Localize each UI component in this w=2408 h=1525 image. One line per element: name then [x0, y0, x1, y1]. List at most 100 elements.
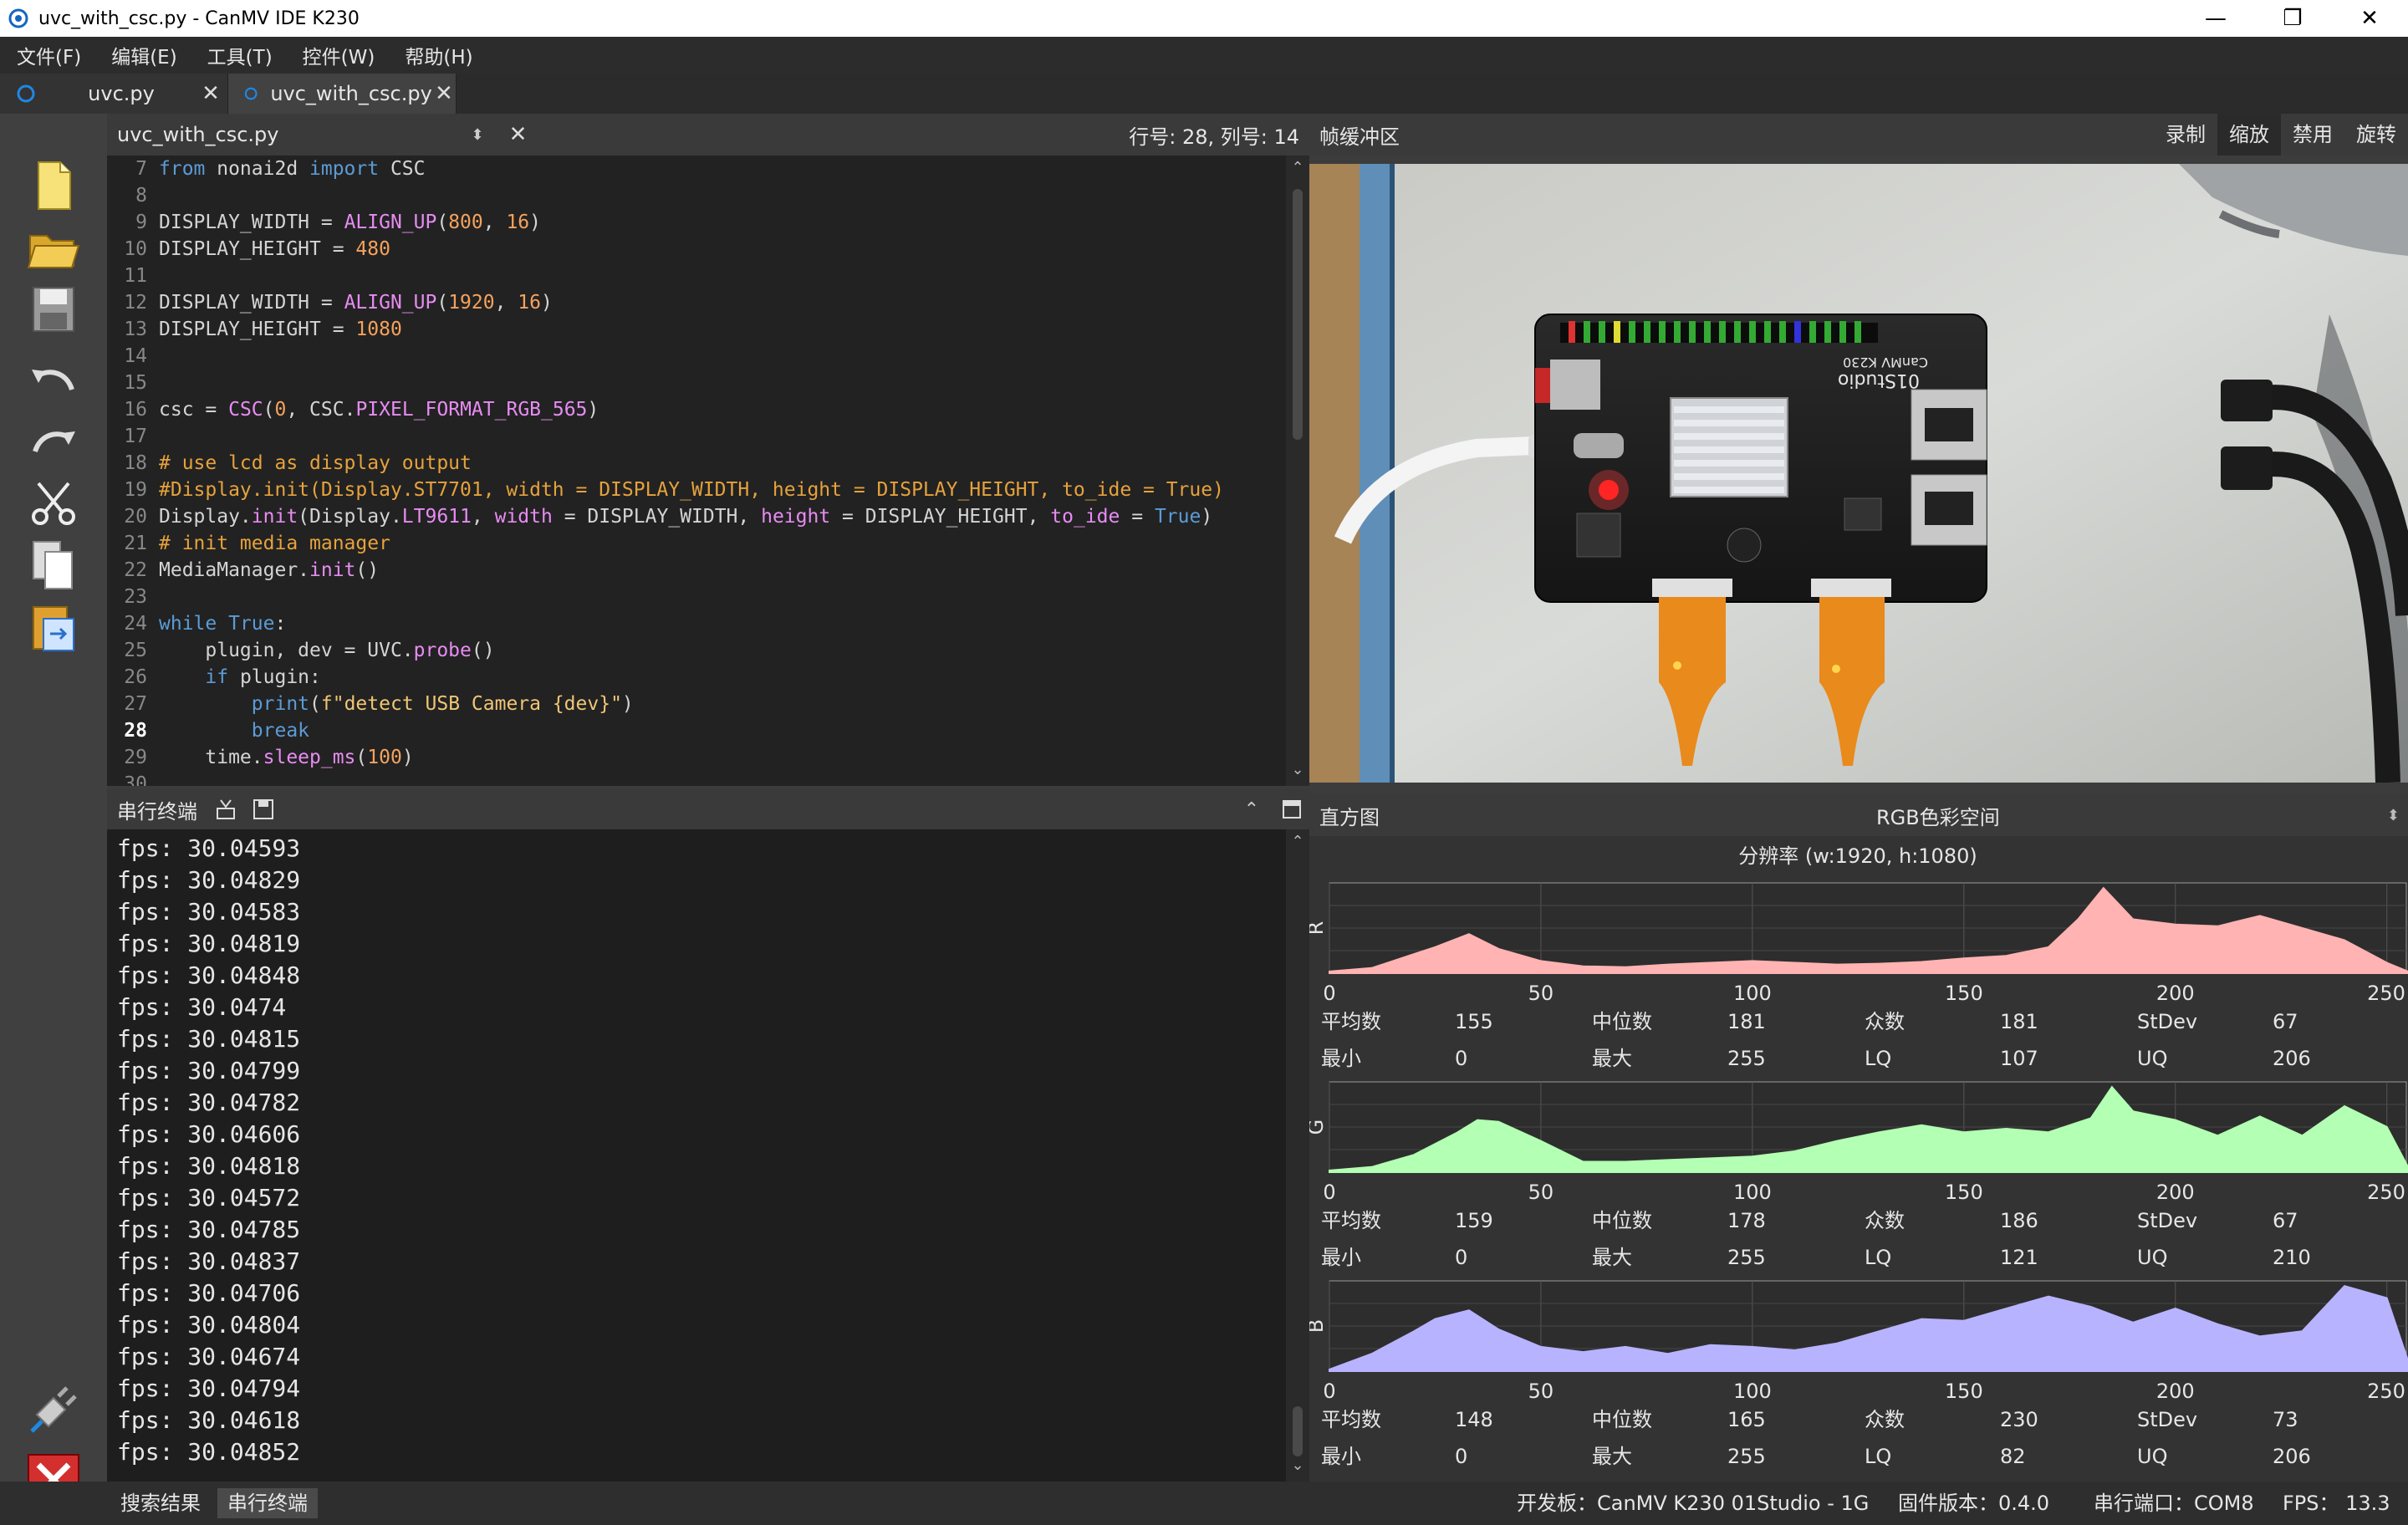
- stats-row-g-1: 平均数 159 中位数 178 众数 186 StDev 67: [1309, 1204, 2408, 1237]
- code-line: 8: [135, 185, 147, 207]
- histogram-panel: 分辨率 (w:1920, h:1080) R 0 50 100 150 200 250 G 0 5…: [1309, 836, 2408, 1482]
- minimize-button[interactable]: —: [2177, 0, 2254, 37]
- record-button[interactable]: 录制: [2154, 114, 2217, 156]
- serial-terminal-tab[interactable]: 串行终端: [217, 1488, 318, 1518]
- redo-icon[interactable]: [25, 413, 82, 470]
- terminal-line: fps: 30.04815: [117, 1025, 301, 1053]
- tab-uvc-py[interactable]: uvc.py ✕: [0, 74, 228, 114]
- board-info: 开发板：CanMV K230 01Studio - 1G: [1517, 1492, 1870, 1515]
- terminal-line: fps: 30.04583: [117, 898, 301, 926]
- terminal-line: fps: 30.04852: [117, 1438, 301, 1466]
- terminal-line: fps: 30.04674: [117, 1343, 301, 1370]
- serial-terminal[interactable]: fps: 30.04593 fps: 30.04829 fps: 30.0458…: [107, 829, 1286, 1482]
- tick-label: 200: [2156, 1380, 2195, 1403]
- editor-close-icon[interactable]: ✕: [509, 122, 528, 147]
- title-bar: uvc_with_csc.py - CanMV IDE K230 — ❐ ✕: [0, 0, 2408, 37]
- open-folder-icon[interactable]: [25, 219, 82, 276]
- code-line: 26 if plugin:: [124, 666, 321, 688]
- code-line: 27 print(f"detect USB Camera {dev}"): [124, 693, 634, 715]
- stat-label-lq: LQ: [1865, 1445, 1892, 1468]
- tick-label: 200: [2156, 1181, 2195, 1204]
- scroll-up-icon[interactable]: ⌃: [1286, 159, 1309, 176]
- scroll-down-icon[interactable]: ⌄: [1286, 1456, 1309, 1474]
- close-window-button[interactable]: ✕: [2331, 0, 2408, 37]
- terminal-line: fps: 30.04618: [117, 1406, 301, 1434]
- color-space-select[interactable]: RGB色彩空间: [1876, 801, 2000, 830]
- scroll-down-icon[interactable]: ⌄: [1286, 761, 1309, 778]
- stat-label-median: 中位数: [1592, 1408, 1652, 1431]
- code-editor[interactable]: 7 from nonai2d import CSC 8 9 DISPLAY_WIDT…: [107, 156, 1286, 786]
- tab-uvc-with-csc-py[interactable]: uvc_with_csc.py ✕: [228, 74, 457, 114]
- cut-icon[interactable]: [25, 475, 82, 532]
- code-line: 12 DISPLAY_WIDTH = ALIGN_UP(1920, 16): [124, 292, 553, 314]
- tab-close-icon[interactable]: ✕: [194, 81, 227, 106]
- stat-label-stdev: StDev: [2137, 1010, 2198, 1033]
- stat-label-mean: 平均数: [1321, 1010, 1381, 1033]
- connect-icon[interactable]: [25, 1381, 82, 1438]
- tick-label: 150: [1945, 1380, 1983, 1403]
- terminal-line: fps: 30.04606: [117, 1120, 301, 1148]
- terminal-line: fps: 30.04837: [117, 1247, 301, 1275]
- menu-tools[interactable]: 工具(T): [191, 41, 286, 69]
- restore-button[interactable]: ❐: [2254, 0, 2331, 37]
- histogram-header: 直方图 RGB色彩空间 ⬍: [1309, 794, 2408, 836]
- code-line: 15: [124, 372, 147, 394]
- tick-label: 150: [1945, 982, 1983, 1005]
- tab-close-icon[interactable]: ✕: [432, 81, 456, 106]
- tick-label: 0: [1323, 1380, 1335, 1403]
- stat-value-median: 178: [1727, 1209, 1766, 1232]
- new-file-icon[interactable]: [25, 157, 82, 214]
- undo-icon[interactable]: [25, 351, 82, 408]
- stat-value-uq: 206: [2273, 1047, 2311, 1070]
- zoom-button[interactable]: 缩放: [2217, 114, 2281, 156]
- stat-value-max: 255: [1727, 1445, 1766, 1468]
- rotate-button[interactable]: 旋转: [2344, 114, 2408, 156]
- file-tab-bar: uvc.py ✕ uvc_with_csc.py ✕: [0, 74, 2408, 114]
- copy-icon[interactable]: [25, 537, 82, 594]
- scroll-thumb[interactable]: [1293, 1406, 1303, 1456]
- terminal-scrollbar[interactable]: ⌃ ⌄: [1286, 829, 1309, 1482]
- stat-value-uq: 210: [2273, 1246, 2311, 1269]
- stats-row-b-2: 最小 0 最大 255 LQ 82 UQ 206: [1309, 1440, 2408, 1473]
- scroll-thumb[interactable]: [1293, 189, 1303, 440]
- channel-label-r: R: [1309, 921, 1328, 936]
- stat-value-max: 255: [1727, 1246, 1766, 1269]
- editor-scrollbar[interactable]: ⌃ ⌄: [1286, 156, 1309, 786]
- terminal-line: fps: 30.04785: [117, 1216, 301, 1243]
- channel-label-b: B: [1309, 1319, 1328, 1333]
- code-line: 29 time.sleep_ms(100): [124, 747, 414, 768]
- menu-help[interactable]: 帮助(H): [388, 41, 486, 69]
- stat-value-mean: 155: [1455, 1010, 1493, 1033]
- serial-port: 串行端口：COM8: [2094, 1492, 2254, 1515]
- menu-edit[interactable]: 编辑(E): [94, 41, 190, 69]
- editor-file-name[interactable]: uvc_with_csc.py: [117, 123, 279, 146]
- scroll-up-icon[interactable]: ⌃: [1286, 833, 1309, 850]
- disable-button[interactable]: 禁用: [2281, 114, 2344, 156]
- menu-file[interactable]: 文件(F): [0, 41, 94, 69]
- window-title: uvc_with_csc.py - CanMV IDE K230: [38, 8, 360, 29]
- menu-widgets[interactable]: 控件(W): [286, 41, 389, 69]
- terminal-run-icon[interactable]: [214, 797, 239, 822]
- stat-label-stdev: StDev: [2137, 1209, 2198, 1232]
- terminal-collapse-icon[interactable]: ⌃: [1244, 799, 1259, 820]
- search-results-tab[interactable]: 搜索结果: [110, 1488, 211, 1518]
- code-line: 17: [124, 426, 147, 447]
- stat-value-stdev: 67: [2273, 1209, 2298, 1232]
- file-switch-icon[interactable]: ⬍: [472, 126, 484, 144]
- terminal-line: fps: 30.04706: [117, 1279, 301, 1307]
- stat-label-stdev: StDev: [2137, 1408, 2198, 1431]
- code-line-current: 28 break: [124, 720, 310, 742]
- stat-label-mean: 平均数: [1321, 1209, 1381, 1232]
- terminal-maximize-icon[interactable]: [1281, 798, 1303, 820]
- select-arrow-icon[interactable]: ⬍: [2387, 807, 2400, 824]
- tick-label: 250: [2367, 982, 2405, 1005]
- stat-label-min: 最小: [1321, 1445, 1361, 1468]
- stat-value-mode: 181: [2000, 1010, 2038, 1033]
- save-icon[interactable]: [25, 281, 82, 338]
- terminal-save-icon[interactable]: [251, 797, 276, 822]
- app-logo-icon: [8, 8, 28, 28]
- terminal-line: fps: 30.04818: [117, 1152, 301, 1180]
- editor-header: uvc_with_csc.py ⬍ ✕ 行号: 28, 列号: 14: [107, 114, 1309, 156]
- paste-icon[interactable]: [25, 599, 82, 655]
- code-line: 19 #Display.init(Display.ST7701, width = …: [124, 479, 1224, 501]
